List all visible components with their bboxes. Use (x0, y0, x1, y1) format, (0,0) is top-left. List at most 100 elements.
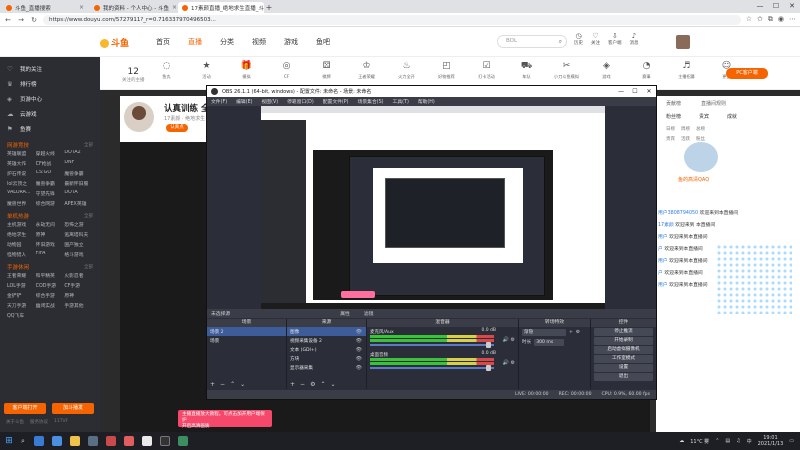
category-item[interactable]: ◈ 游戏 (592, 61, 621, 80)
eye-icon[interactable]: 👁 (356, 338, 362, 344)
app-icon[interactable] (106, 436, 116, 446)
sidebar-game-link[interactable]: 格斗游戏 (64, 251, 93, 258)
gear-icon[interactable]: ⚙ (310, 381, 315, 388)
filters-button[interactable]: 滤镜 (364, 310, 374, 317)
remove-icon[interactable]: − (220, 381, 225, 388)
sidebar-item-match[interactable]: ⚑ 鱼赛 (0, 121, 100, 136)
minimize-button[interactable]: — (614, 88, 628, 95)
chat-user[interactable]: 用户 (658, 259, 668, 264)
tab-fans[interactable]: 粉丝榜 (666, 113, 681, 120)
reload-icon[interactable]: ↻ (30, 16, 38, 24)
eye-icon[interactable]: 👁 (356, 347, 362, 353)
douyu-app-icon[interactable] (124, 436, 134, 446)
sidebar-game-link[interactable]: 幽闭实战 (36, 302, 65, 309)
sidebar-game-link[interactable]: 恐怖之游 (64, 221, 93, 228)
obs-menu-item[interactable]: 编辑(E) (236, 98, 252, 105)
sidebar-game-link[interactable]: 守望先锋 (36, 190, 65, 197)
network-icon[interactable]: ▤ (725, 438, 730, 444)
app-icon[interactable] (178, 436, 188, 446)
chat-user[interactable]: 17素颜 (658, 223, 674, 228)
section-more[interactable]: 全部 (84, 142, 93, 148)
folder-icon[interactable] (70, 436, 80, 446)
obs-menu-item[interactable]: 配置文件(P) (323, 98, 349, 105)
douyu-logo[interactable]: 斗鱼 (100, 36, 129, 49)
sidebar-item-cloud[interactable]: ☁ 云游戏 (0, 106, 100, 121)
sidebar-game-link[interactable]: 原神 (36, 231, 65, 238)
fan-name[interactable]: 鱼的高清QAQ (678, 176, 709, 183)
sidebar-game-link[interactable]: 魔兽争霸 (64, 170, 93, 177)
sidebar-game-link[interactable]: 英雄联盟 (7, 150, 36, 157)
sidebar-game-link[interactable]: 主机游戏 (7, 221, 36, 228)
chat-user[interactable]: 用户3808794050 (658, 211, 698, 216)
sidebar-item-follow[interactable]: ♡ 我的关注 (0, 61, 100, 76)
sidebar-game-link[interactable]: FIFA (36, 251, 65, 258)
sidebar-game-link[interactable]: 逃离塔科夫 (64, 231, 93, 238)
add-icon[interactable]: + (569, 330, 573, 335)
new-tab-button[interactable]: + (264, 2, 274, 13)
menu-icon[interactable]: ⋯ (789, 15, 796, 24)
sidebar-game-link[interactable]: 国产独立 (64, 241, 93, 248)
nav-category[interactable]: 分类 (220, 37, 234, 47)
start-recording-button[interactable]: 开始录制 (594, 337, 653, 345)
edge-icon[interactable] (52, 436, 62, 446)
follow-button[interactable]: ♡ 关注 (591, 32, 600, 46)
close-icon[interactable]: × (79, 4, 84, 11)
sidebar-game-link[interactable]: CS:GO (36, 170, 65, 177)
properties-button[interactable]: 属性 (340, 310, 350, 317)
duration-input[interactable]: 300 ms (534, 338, 565, 346)
start-stream-button[interactable]: 加斗播发 (52, 403, 94, 414)
tab-achievement[interactable]: 成就 (727, 113, 737, 120)
weather-icon[interactable]: ☁ (679, 438, 684, 444)
forward-icon[interactable]: → (17, 16, 25, 24)
ime-indicator[interactable]: 中 (747, 438, 752, 445)
transition-select[interactable]: 渐隐 (522, 328, 566, 336)
eye-icon[interactable]: 👁 (356, 356, 362, 362)
section-more[interactable]: 全部 (84, 213, 93, 219)
nav-home[interactable]: 首页 (156, 37, 170, 47)
nav-live[interactable]: 直播 (188, 37, 202, 47)
category-item[interactable]: ◌ 鱼丸 (152, 61, 181, 80)
sidebar-game-link[interactable]: 魔兽争霸 (36, 180, 65, 187)
url-input[interactable]: https://www.douyu.com/5727911?_r=0.71633… (43, 14, 741, 25)
speaker-icon[interactable]: ♫ (736, 438, 740, 444)
obs-preview[interactable] (261, 106, 605, 309)
maximize-button[interactable]: ☐ (768, 0, 784, 13)
browser-tab-1[interactable]: 斗鱼_直播搜索 × (2, 2, 88, 13)
gear-icon[interactable]: ⚙ (511, 337, 515, 343)
exit-button[interactable]: 退出 (594, 373, 653, 381)
sidebar-item-webgames[interactable]: ◈ 页游中心 (0, 91, 100, 106)
chat-user[interactable]: 户 (658, 271, 663, 276)
nav-games[interactable]: 游戏 (284, 37, 298, 47)
open-client-button[interactable]: 客户端打开 (4, 403, 46, 414)
avatar[interactable] (676, 35, 690, 49)
down-icon[interactable]: ⌄ (240, 381, 245, 388)
sidebar-item-rank[interactable]: ♛ 排行榜 (0, 76, 100, 91)
category-item[interactable]: ☑ 打卡活动 (472, 61, 501, 80)
speaker-icon[interactable]: 🔊 (503, 360, 509, 366)
sidebar-game-link[interactable]: 金铲铲 (7, 292, 36, 299)
search-icon[interactable]: ⌕ (18, 437, 28, 446)
up-icon[interactable]: ⌃ (230, 381, 235, 388)
sidebar-game-link[interactable]: 英雄大作 (7, 160, 36, 167)
steam-icon[interactable] (88, 436, 98, 446)
profile-icon[interactable]: ◉ (778, 15, 784, 24)
obs-app-icon[interactable] (160, 436, 170, 446)
sidebar-game-link[interactable]: DOTA2 (64, 150, 93, 157)
notification-icon[interactable]: ▭ (789, 438, 794, 444)
notice-toast[interactable]: 主播直播放大教程。可点击加开用户端保护 开启高清画质 (178, 410, 272, 429)
eye-icon[interactable]: 👁 (356, 329, 362, 335)
add-icon[interactable]: + (290, 381, 295, 388)
scene-item[interactable]: 场景 2 (207, 327, 286, 336)
windows-start-icon[interactable]: ⊞ (0, 436, 18, 446)
chrome-icon[interactable] (142, 436, 152, 446)
sidebar-game-link[interactable]: 绝地求生 (7, 231, 36, 238)
sidebar-game-link[interactable]: 魔兽世界 (7, 200, 36, 207)
search-icon[interactable]: ⌕ (559, 36, 562, 47)
browser-tab-3[interactable]: 17素颜直播_绝地求生直播_斗鱼直× (178, 2, 264, 13)
chat-user[interactable]: 用户 (658, 235, 668, 240)
chevron-up-icon[interactable]: ⌃ (715, 438, 719, 444)
sidebar-game-link[interactable]: 和平精英 (36, 272, 65, 279)
category-item[interactable]: ◔ 赛事 (632, 61, 661, 80)
close-window-button[interactable]: ✕ (642, 88, 656, 95)
browser-tab-2[interactable]: 我的资料 - 个人中心 - 斗鱼 × (90, 2, 176, 13)
